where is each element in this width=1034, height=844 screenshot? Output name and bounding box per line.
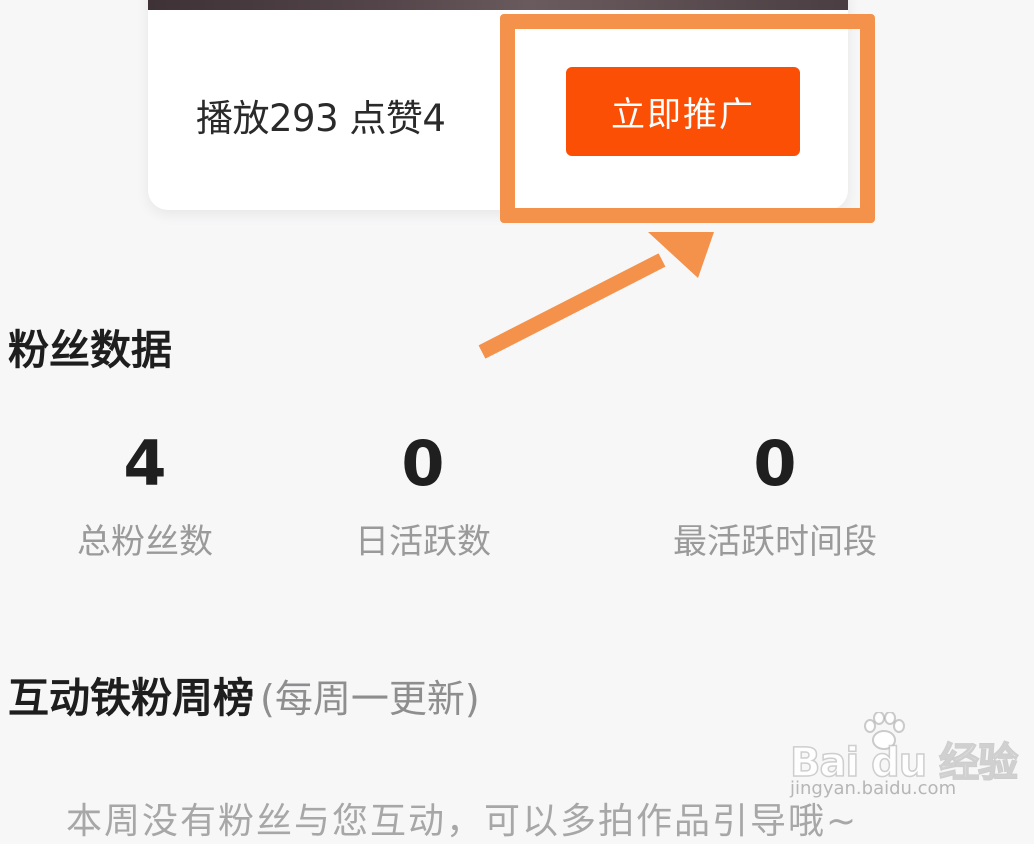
weekly-ranking-title-text: 互动铁粉周榜 bbox=[8, 674, 254, 722]
stat-label: 最活跃时间段 bbox=[673, 522, 877, 562]
stat-label: 总粉丝数 bbox=[77, 522, 213, 562]
stat-value: 0 bbox=[401, 427, 445, 500]
annotation-arrow-icon bbox=[478, 232, 714, 359]
stat-daily-active: 0 日活跃数 bbox=[293, 428, 553, 563]
paw-icon bbox=[864, 712, 905, 750]
promote-button[interactable]: 立即推广 bbox=[566, 67, 800, 156]
fans-data-title: 粉丝数据 bbox=[8, 326, 172, 374]
stat-total-fans: 4 总粉丝数 bbox=[15, 428, 275, 563]
stat-most-active-time: 0 最活跃时间段 bbox=[645, 428, 905, 563]
video-thumbnail[interactable] bbox=[148, 0, 848, 10]
weekly-ranking-subtitle: (每周一更新) bbox=[260, 677, 480, 721]
stat-label: 日活跃数 bbox=[355, 522, 491, 562]
watermark-brand: Bai du 经验 bbox=[789, 739, 1019, 787]
weekly-ranking-title: 互动铁粉周榜 (每周一更新) bbox=[8, 664, 480, 724]
stat-value: 0 bbox=[753, 427, 797, 500]
video-card[interactable]: 播放293 点赞4 立即推广 bbox=[148, 0, 848, 210]
weekly-empty-message: 本周没有粉丝与您互动，可以多拍作品引导哦~ bbox=[66, 801, 859, 842]
stat-value: 4 bbox=[123, 427, 167, 500]
video-stats: 播放293 点赞4 bbox=[196, 97, 446, 140]
